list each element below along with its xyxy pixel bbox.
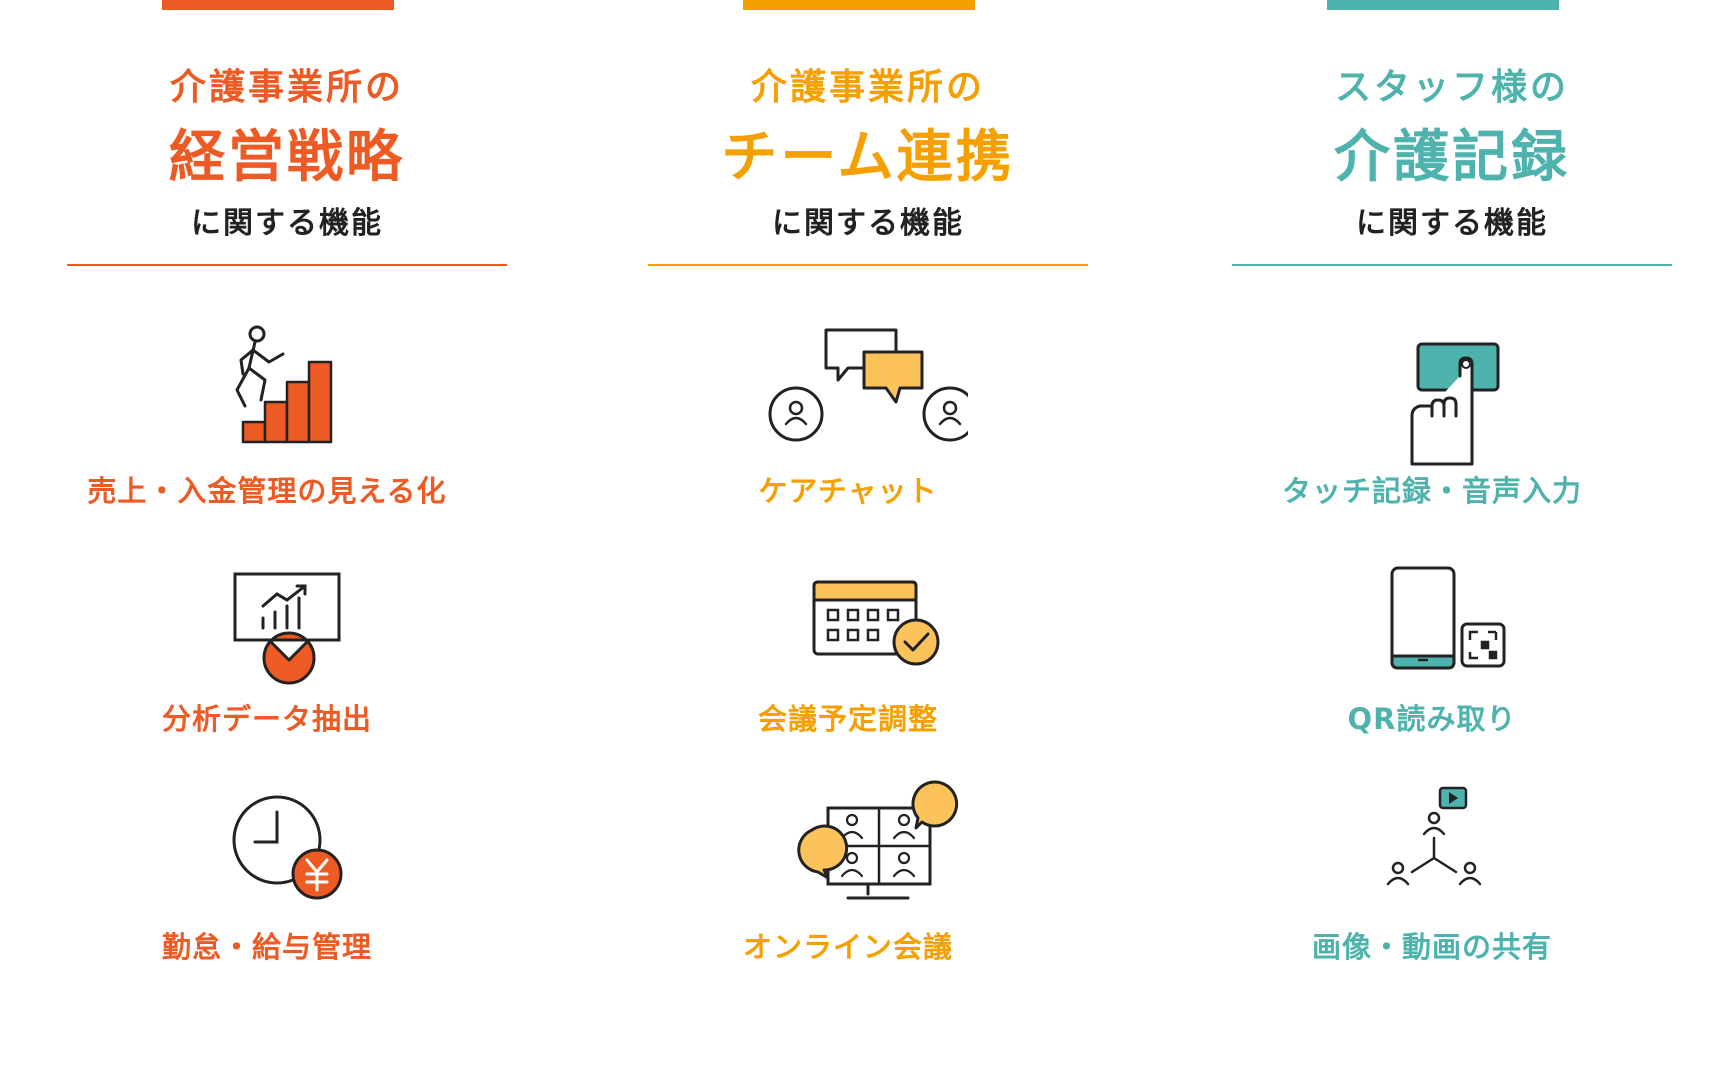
- feature-analysis: 分析データ抽出: [67, 548, 507, 768]
- feature-attendance: 勤怠・給与管理: [67, 776, 507, 996]
- feature-media-share: 画像・動画の共有: [1232, 776, 1672, 996]
- feature-label: 勤怠・給与管理: [161, 930, 372, 964]
- feature-label: 売上・入金管理の見える化: [87, 474, 447, 508]
- column-team: 介護事業所の チーム連携 に関する機能 ケアチャット 会議予定調整 オンライン会…: [648, 0, 1088, 1066]
- heading-small: 介護事業所の: [169, 67, 404, 108]
- feature-label: 会議予定調整: [757, 702, 938, 736]
- heading-small: 介護事業所の: [750, 67, 985, 108]
- feature-label: オンライン会議: [742, 930, 953, 964]
- heading-big: 介護記録: [1334, 125, 1570, 190]
- feature-care-chat: ケアチャット: [648, 320, 1088, 540]
- heading-small: スタッフ様の: [1334, 67, 1569, 108]
- chart-board-icon: [187, 548, 387, 698]
- feature-label: 分析データ抽出: [161, 702, 372, 736]
- feature-touch-record: タッチ記録・音声入力: [1232, 320, 1672, 540]
- heading-sub: に関する機能: [1356, 206, 1548, 241]
- feature-label: タッチ記録・音声入力: [1281, 474, 1582, 508]
- touch-hand-icon: [1352, 320, 1552, 470]
- clock-yen-icon: [187, 776, 387, 926]
- top-accent-bar: [1327, 0, 1559, 10]
- column-management: 介護事業所の 経営戦略 に関する機能 売上・入金管理の見える化 分析データ抽出 …: [67, 0, 507, 1066]
- feature-label: ケアチャット: [758, 474, 938, 508]
- feature-meeting-schedule: 会議予定調整: [648, 548, 1088, 768]
- tablet-qr-icon: [1352, 548, 1552, 698]
- heading-big: 経営戦略: [169, 125, 405, 190]
- feature-label: 画像・動画の共有: [1311, 930, 1552, 964]
- feature-label: QR読み取り: [1347, 702, 1517, 736]
- top-accent-bar: [162, 0, 394, 10]
- column-care-records: スタッフ様の 介護記録 に関する機能 タッチ記録・音声入力 QR読み取り 画像・…: [1232, 0, 1672, 1066]
- divider: [67, 264, 507, 266]
- top-accent-bar: [743, 0, 975, 10]
- divider: [1232, 264, 1672, 266]
- stairs-climber-icon: [187, 320, 387, 470]
- divider: [648, 264, 1088, 266]
- chat-bubbles-icon: [768, 320, 968, 470]
- feature-sales: 売上・入金管理の見える化: [67, 320, 507, 540]
- feature-qr-read: QR読み取り: [1232, 548, 1672, 768]
- video-meeting-icon: [768, 776, 968, 926]
- share-network-icon: [1352, 776, 1552, 926]
- feature-online-meeting: オンライン会議: [648, 776, 1088, 996]
- calendar-check-icon: [768, 548, 968, 698]
- heading-sub: に関する機能: [191, 206, 383, 241]
- heading-big: チーム連携: [721, 125, 1015, 190]
- heading-sub: に関する機能: [772, 206, 964, 241]
